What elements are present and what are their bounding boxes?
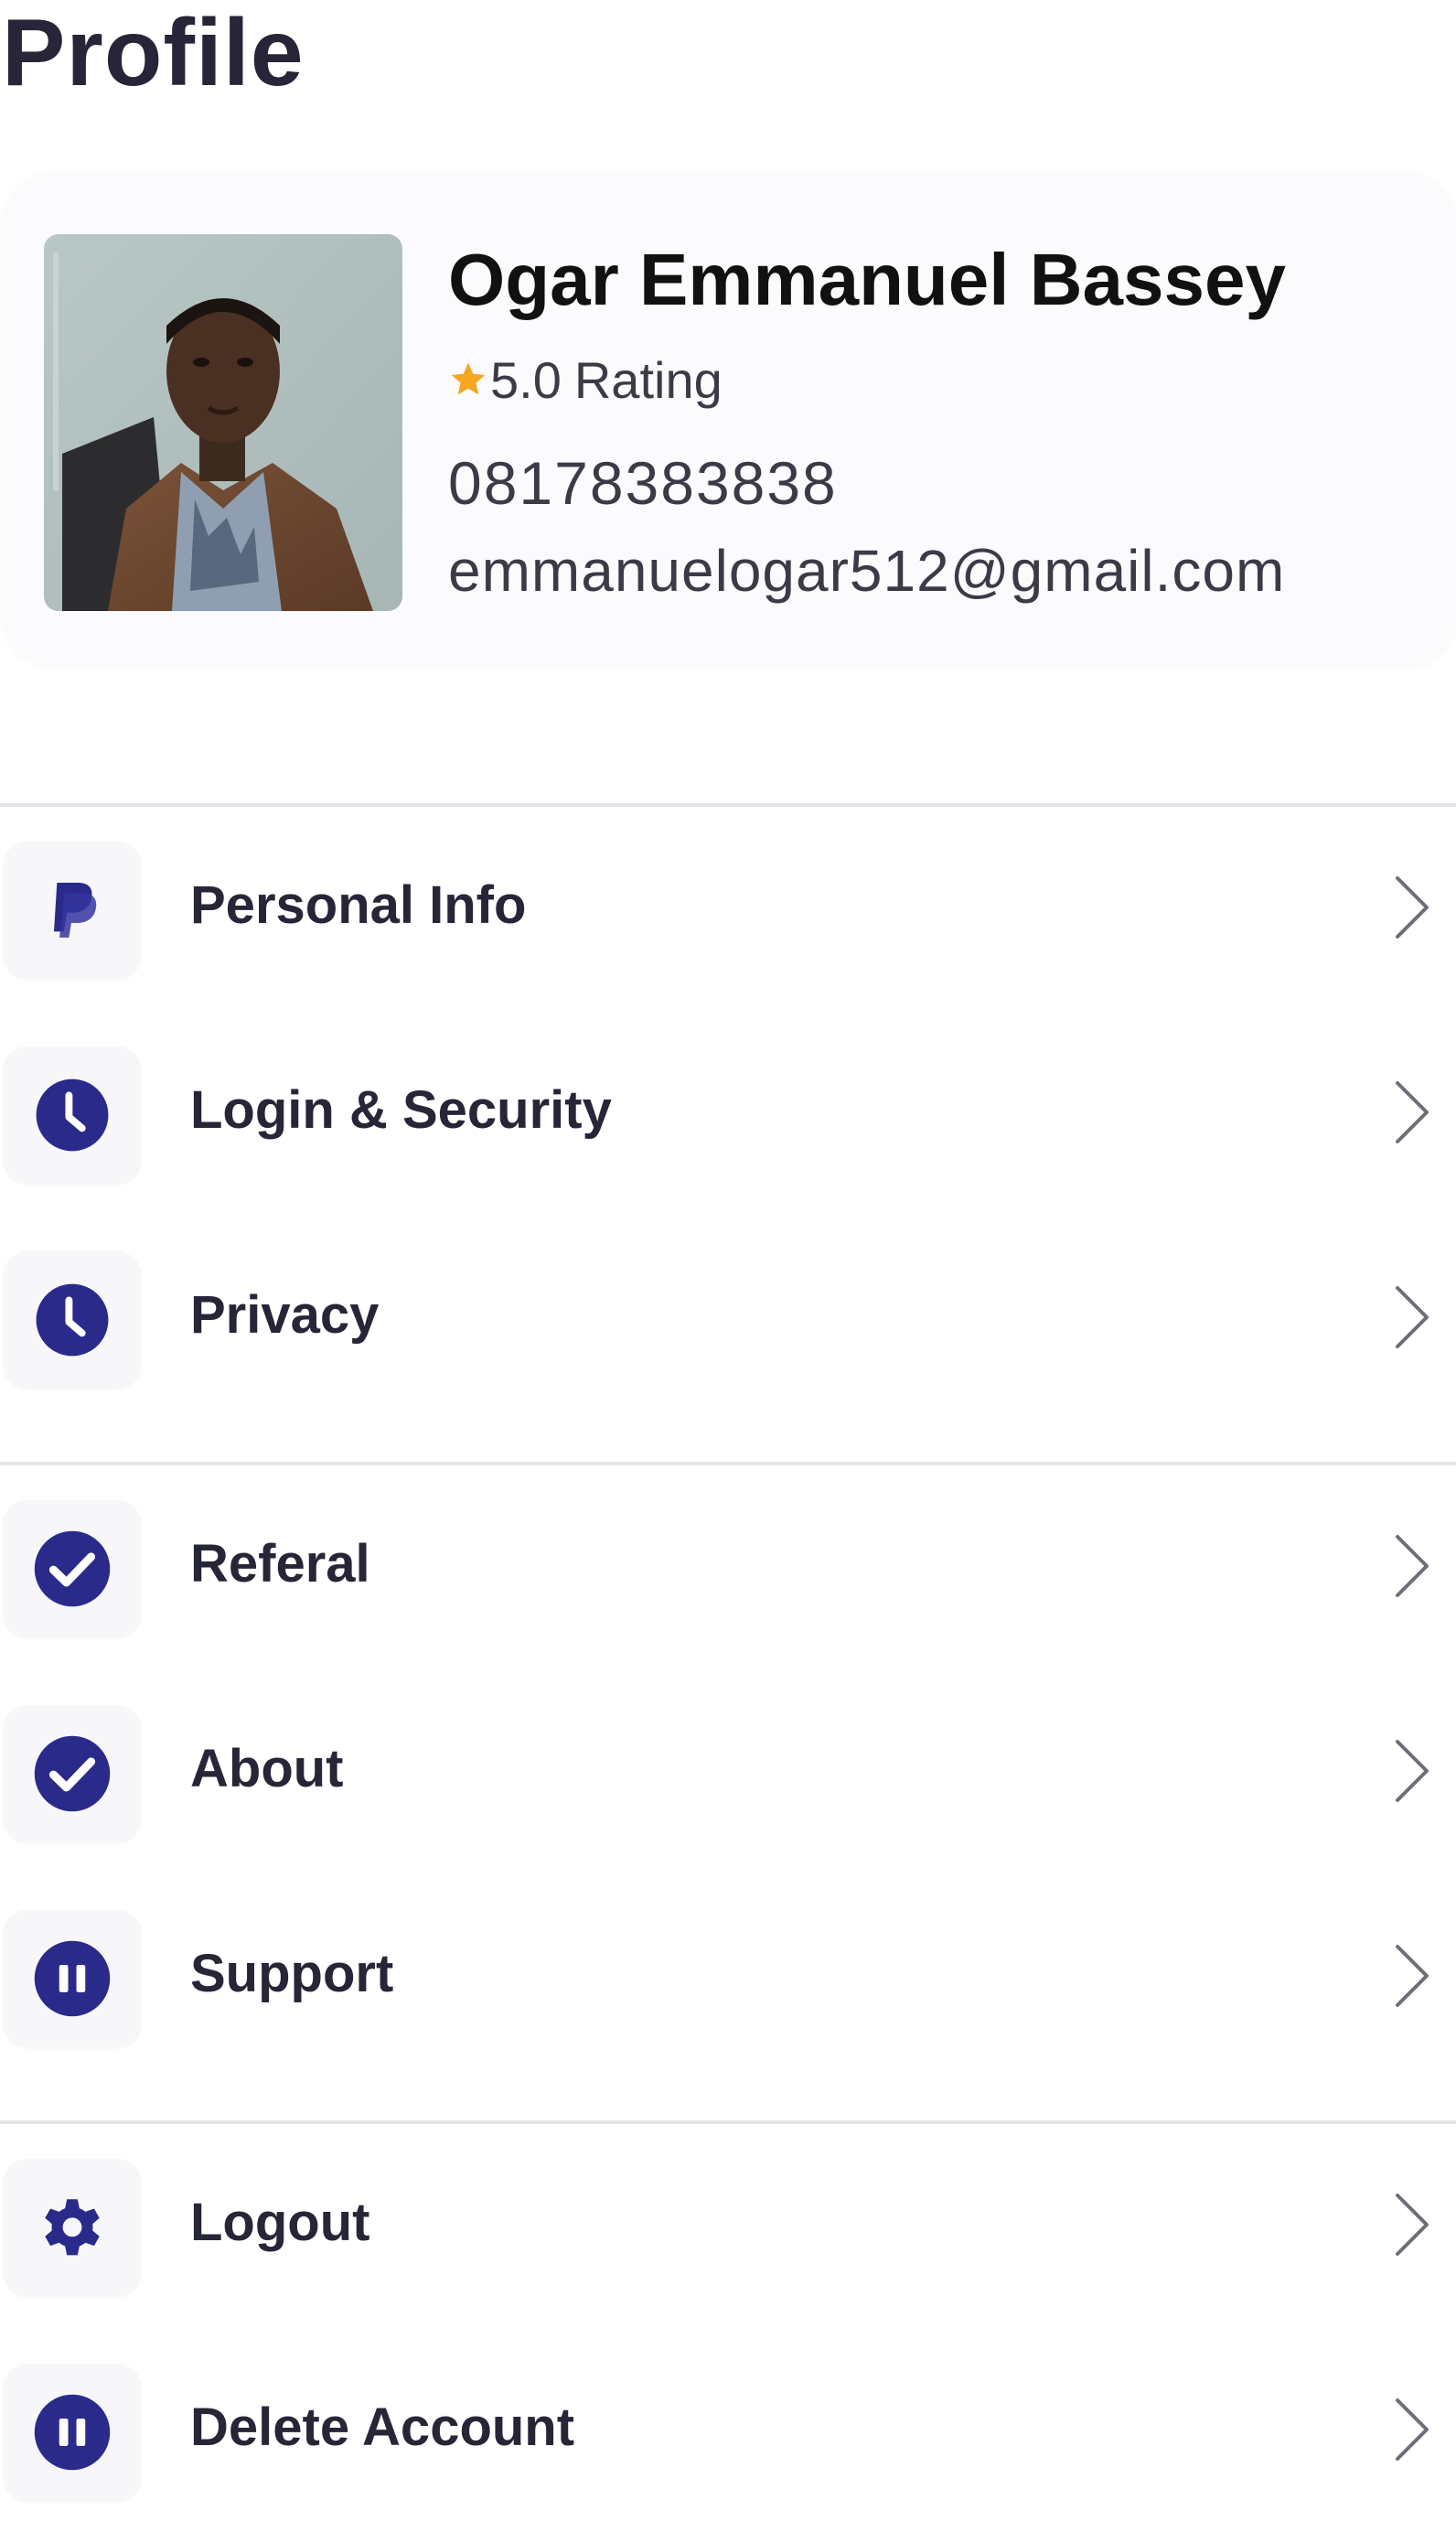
menu-label: Logout (190, 2193, 370, 2252)
check-circle-icon (34, 1530, 111, 1607)
pause-circle-icon (34, 2394, 111, 2471)
menu-item-delete-account[interactable]: Delete Account (0, 2358, 1456, 2505)
menu-label: Privacy (190, 1285, 380, 1345)
menu-label: Delete Account (190, 2398, 575, 2457)
star-icon (451, 362, 486, 395)
clock-icon (36, 1078, 109, 1152)
divider (0, 2120, 1456, 2124)
chevron-right-icon (1396, 1081, 1429, 1143)
menu-label: Support (190, 1944, 394, 2003)
menu-label: About (190, 1739, 344, 1798)
menu-icon-tile (4, 2159, 141, 2296)
menu-label: Referal (190, 1534, 370, 1593)
paypal-icon (54, 883, 97, 938)
clock-icon (36, 1283, 109, 1357)
menu-icon-tile (4, 1046, 141, 1184)
menu-icon-tile (4, 842, 141, 979)
profile-photo (44, 234, 402, 611)
menu-icon-tile (4, 1705, 141, 1842)
menu-icon-tile (4, 1500, 141, 1637)
page-title: Profile (2, 0, 305, 106)
check-circle-icon (34, 1735, 111, 1812)
avatar[interactable] (44, 234, 402, 611)
chevron-right-icon (1396, 2194, 1429, 2256)
menu-item-logout[interactable]: Logout (0, 2153, 1456, 2300)
chevron-right-icon (1396, 1740, 1429, 1802)
menu-item-about[interactable]: About (0, 1700, 1456, 1846)
chevron-right-icon (1396, 876, 1429, 939)
gear-icon (45, 2199, 100, 2256)
menu-item-support[interactable]: Support (0, 1904, 1456, 2051)
menu-icon-tile (4, 1251, 141, 1389)
profile-phone: 08178383838 (448, 449, 838, 517)
menu-item-login-security[interactable]: Login & Security (0, 1041, 1456, 1187)
profile-name: Ogar Emmanuel Bassey (448, 239, 1286, 320)
divider (0, 803, 1456, 807)
rating-label: Rating (573, 350, 723, 409)
menu-item-privacy[interactable]: Privacy (0, 1246, 1456, 1392)
rating-value: 5.0 (490, 350, 562, 409)
profile-card: Ogar Emmanuel Bassey 5.0 Rating 08178383… (2, 172, 1456, 666)
rating: 5.0 Rating (448, 346, 723, 413)
menu-item-referal[interactable]: Referal (0, 1495, 1456, 1641)
pause-circle-icon (34, 1940, 111, 2017)
divider (0, 1462, 1456, 1465)
chevron-right-icon (1396, 2398, 1429, 2461)
profile-email: emmanuelogar512@gmail.com (448, 538, 1286, 604)
menu-label: Login & Security (190, 1080, 612, 1140)
menu-label: Personal Info (190, 875, 527, 935)
chevron-right-icon (1396, 1945, 1429, 2007)
menu-item-personal-info[interactable]: Personal Info (0, 836, 1456, 982)
chevron-right-icon (1396, 1535, 1429, 1597)
menu-icon-tile (4, 2364, 141, 2501)
chevron-right-icon (1396, 1286, 1429, 1348)
menu-icon-tile (4, 1910, 141, 2047)
